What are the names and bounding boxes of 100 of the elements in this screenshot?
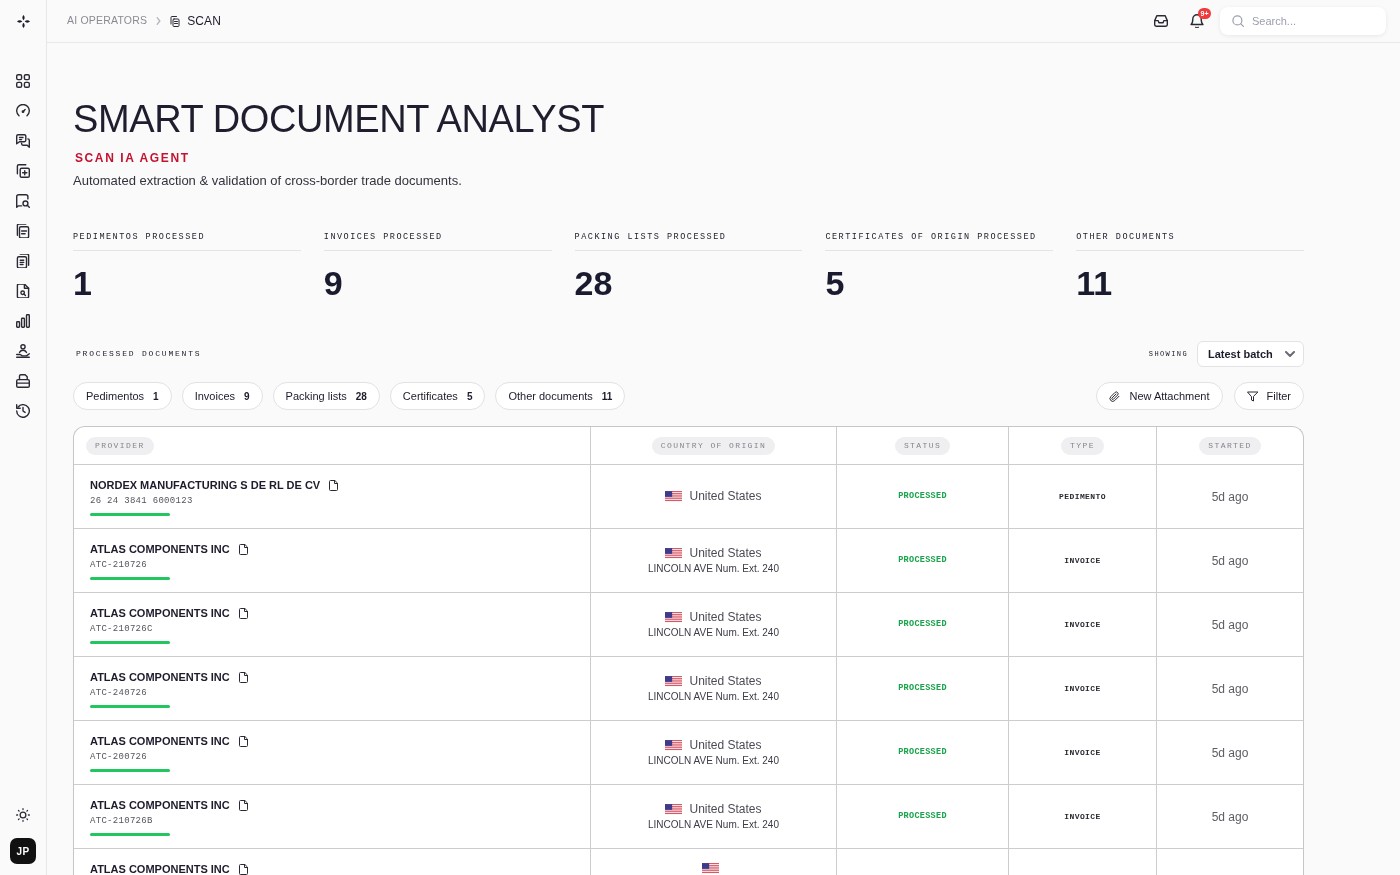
flag-icon [665, 612, 683, 623]
flag-icon [665, 740, 683, 751]
stat-label: OTHER DOCUMENTS [1076, 231, 1177, 244]
user-avatar[interactable]: JP [10, 838, 36, 864]
started-time: 5d ago [1211, 488, 1249, 506]
country-name: United States [689, 802, 762, 817]
column-header[interactable]: STARTED [1199, 436, 1261, 455]
filter-chip[interactable]: Invoices 9 [181, 382, 263, 410]
sun-icon[interactable] [16, 808, 30, 822]
grid-icon[interactable] [16, 74, 30, 88]
document-icon[interactable] [238, 799, 248, 811]
provider-name: ATLAS COMPONENTS INC [90, 670, 230, 684]
page-title: SMART DOCUMENT ANALYST [73, 97, 606, 141]
chat-search-icon[interactable] [16, 194, 30, 208]
history-icon[interactable] [16, 404, 30, 418]
country-name: United States [689, 610, 762, 625]
status-text: PROCESSED [898, 554, 947, 567]
document-code: ATC-210726C [90, 623, 153, 635]
filter-chip[interactable]: Other documents 11 [495, 382, 626, 410]
file-search-icon[interactable] [16, 284, 30, 298]
country-name: United States [689, 489, 762, 504]
filter-chip[interactable]: Certificates 5 [389, 382, 486, 410]
flag-icon [665, 548, 683, 559]
column-header[interactable]: STATUS [894, 436, 951, 455]
provider-name: NORDEX MANUFACTURING S DE RL DE CV [90, 478, 321, 492]
stat-value: 1 [73, 263, 92, 303]
status-text: PROCESSED [898, 746, 947, 759]
document-code: ATC-200726 [90, 751, 147, 763]
document-type: INVOICE [1064, 810, 1101, 823]
stat-value: 9 [323, 263, 343, 303]
document-icon[interactable] [238, 863, 248, 875]
document-type: INVOICE [1064, 618, 1101, 631]
filter-button[interactable]: Filter [1233, 382, 1304, 410]
address-text: LINCOLN AVE Num. Ext. 240 [648, 562, 779, 575]
document-icon[interactable] [238, 607, 248, 619]
address-text: LINCOLN AVE Num. Ext. 240 [648, 690, 779, 703]
column-header[interactable]: PROVIDER [86, 436, 154, 455]
provider-name: ATLAS COMPONENTS INC [90, 606, 230, 620]
flag-icon [665, 676, 683, 687]
bell-icon[interactable] [1190, 14, 1204, 28]
new-attachment-button[interactable]: New Attachment [1096, 382, 1223, 410]
status-text: PROCESSED [898, 682, 947, 695]
started-time: 5d ago [1211, 680, 1249, 698]
status-text: PROCESSED [898, 618, 947, 631]
document-icon[interactable] [238, 735, 248, 747]
clipboard-icon[interactable] [16, 254, 30, 268]
address-text: LINCOLN AVE Num. Ext. 240 [648, 818, 779, 831]
provider-name: ATLAS COMPONENTS INC [90, 734, 230, 748]
provider-name: ATLAS COMPONENTS INC [90, 798, 230, 812]
copy-icon [170, 15, 181, 27]
document-type: INVOICE [1064, 682, 1101, 695]
batch-select[interactable]: Latest batch [1197, 341, 1304, 367]
stat-value: 11 [1076, 263, 1113, 303]
paperclip-icon [1109, 390, 1121, 402]
files-icon[interactable] [16, 224, 30, 238]
provider-name: ATLAS COMPONENTS INC [90, 542, 230, 556]
chat-icon[interactable] [16, 134, 30, 148]
country-name: United States [689, 674, 762, 689]
breadcrumb-item: SCAN [187, 13, 221, 30]
document-code: 26 24 3841 6000123 [90, 495, 193, 507]
stat-label: CERTIFICATES OF ORIGIN PROCESSED [825, 231, 1038, 244]
funnel-icon [1246, 390, 1258, 402]
copy-plus-icon[interactable] [16, 164, 30, 178]
stat-label: PEDIMENTOS PROCESSED [73, 231, 207, 244]
section-title: PROCESSED DOCUMENTS [76, 348, 202, 360]
filter-chip[interactable]: Packing lists 28 [272, 382, 380, 410]
address-text: LINCOLN AVE Num. Ext. 240 [648, 754, 779, 767]
stat-label: PACKING LISTS PROCESSED [574, 231, 728, 244]
started-time: 5d ago [1211, 744, 1249, 762]
document-code: ATC-210726B [90, 815, 153, 827]
column-header[interactable]: TYPE [1061, 436, 1104, 455]
bar-chart-icon[interactable] [16, 314, 30, 328]
printer-icon[interactable] [16, 374, 30, 388]
document-icon[interactable] [329, 479, 339, 491]
started-time: 5d ago [1211, 808, 1249, 826]
search-icon [1232, 15, 1244, 27]
gauge-icon[interactable] [16, 104, 30, 118]
provider-name: ATLAS COMPONENTS INC [90, 862, 230, 875]
inbox-icon[interactable] [1154, 14, 1168, 28]
country-name: United States [689, 546, 762, 561]
document-icon[interactable] [238, 671, 248, 683]
document-icon[interactable] [238, 543, 248, 555]
chevron-down-icon [1285, 351, 1295, 357]
document-type: INVOICE [1064, 746, 1101, 759]
search-field[interactable]: Search... [1220, 7, 1386, 35]
document-code: ATC-210726 [90, 559, 147, 571]
document-type: INVOICE [1064, 554, 1101, 567]
started-time: 5d ago [1211, 616, 1249, 634]
stat-value: 28 [574, 263, 613, 303]
status-text: PROCESSED [898, 810, 947, 823]
stat-label: INVOICES PROCESSED [323, 231, 444, 244]
logo-icon[interactable] [16, 15, 30, 28]
filter-chip[interactable]: Pedimentos 1 [73, 382, 172, 410]
status-text: PROCESSED [898, 490, 947, 503]
flag-icon [665, 491, 683, 502]
flag-icon [665, 804, 683, 815]
document-type: PEDIMENTO [1059, 490, 1106, 503]
person-hand-icon[interactable] [16, 344, 30, 358]
country-name: United States [689, 738, 762, 753]
page-description: Automated extraction & validation of cross-border trade documents. [73, 172, 463, 190]
